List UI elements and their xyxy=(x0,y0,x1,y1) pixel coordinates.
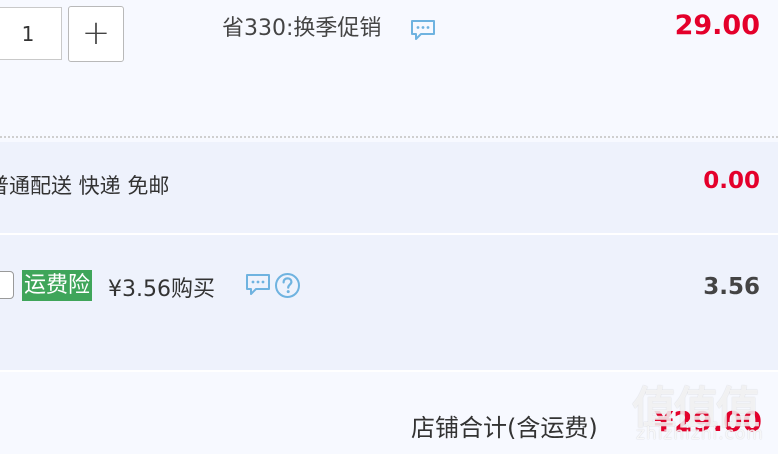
section-divider xyxy=(0,136,778,138)
insurance-badge: 运费险 xyxy=(22,270,93,301)
watermark-domain: zhizhizhi.com xyxy=(636,424,764,444)
item-price: 29.00 xyxy=(674,10,760,41)
insurance-offer: ¥3.56购买 xyxy=(108,277,215,302)
insurance-panel xyxy=(0,235,778,371)
insurance-price: 3.56 xyxy=(703,274,760,300)
promotion-label: 省330:换季促销 xyxy=(222,16,382,41)
question-circle-icon[interactable] xyxy=(274,272,301,303)
shipping-method[interactable]: 普通配送 快递 免邮 xyxy=(0,170,169,200)
store-total-label: 店铺合计(含运费) xyxy=(411,414,598,442)
chat-bubble-icon[interactable] xyxy=(245,273,271,301)
chat-bubble-icon[interactable] xyxy=(410,19,436,45)
insurance-checkbox[interactable] xyxy=(0,271,14,299)
increment-button[interactable]: + xyxy=(68,6,124,62)
shipping-price: 0.00 xyxy=(703,168,760,194)
quantity-input[interactable]: 1 xyxy=(0,7,62,60)
